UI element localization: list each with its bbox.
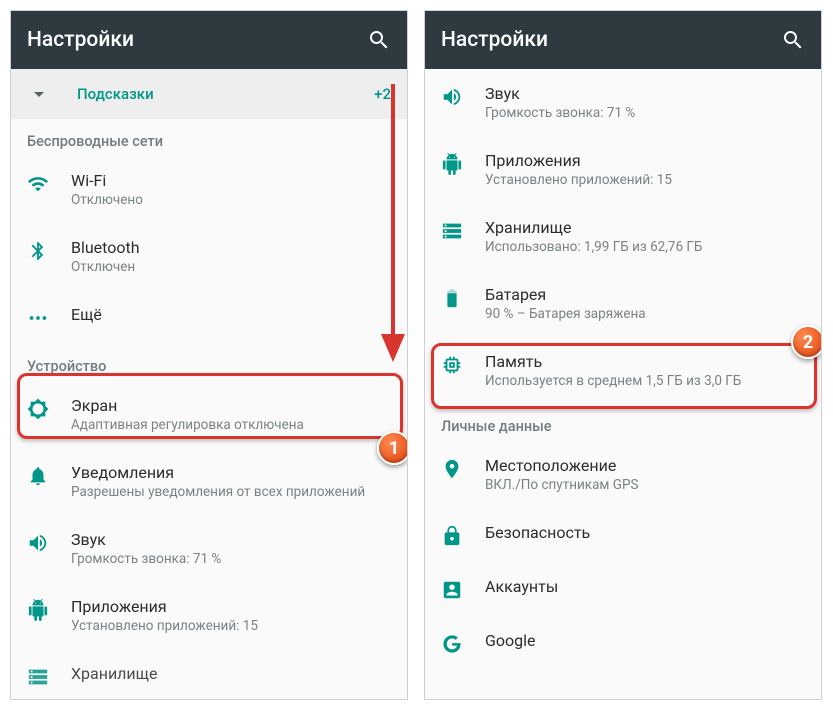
memory-icon <box>441 352 485 376</box>
item-apps[interactable]: Приложения Установлено приложений: 15 <box>11 582 407 649</box>
item-title: Звук <box>71 530 391 549</box>
item-display[interactable]: Экран Адаптивная регулировка отключена <box>11 381 407 448</box>
storage-icon <box>441 218 485 242</box>
item-sub: Отключен <box>71 259 391 275</box>
item-storage[interactable]: Хранилище Использовано: 1,99 ГБ из 62,76… <box>425 203 821 270</box>
item-title: Экран <box>71 396 391 415</box>
item-sub: Громкость звонка: 71 % <box>71 551 391 567</box>
battery-icon <box>441 285 485 309</box>
item-google[interactable]: Google <box>425 616 821 670</box>
item-title: Google <box>485 631 805 650</box>
item-title: Уведомления <box>71 463 391 482</box>
appbar-title: Настройки <box>441 28 548 52</box>
android-icon <box>441 151 485 175</box>
item-sub: Отключено <box>71 192 391 208</box>
item-memory[interactable]: Память Используется в среднем 1,5 ГБ из … <box>425 337 821 404</box>
item-sound[interactable]: Звук Громкость звонка: 71 % <box>11 515 407 582</box>
section-personal: Личные данные <box>425 404 821 441</box>
hints-count: +2 <box>374 85 391 103</box>
item-title: Wi-Fi <box>71 171 391 190</box>
settings-pane-left: Настройки Подсказки +2 Беспроводные сети… <box>10 10 408 700</box>
google-icon <box>441 631 485 655</box>
dots-icon <box>27 305 71 329</box>
item-sub: Установлено приложений: 15 <box>71 618 391 634</box>
search-icon[interactable] <box>781 28 805 52</box>
item-sub: Использовано: 1,99 ГБ из 62,76 ГБ <box>485 239 805 255</box>
item-title: Ещё <box>71 305 391 324</box>
item-title: Bluetooth <box>71 238 391 257</box>
item-title: Батарея <box>485 285 805 304</box>
item-sub: Разрешены уведомления от всех приложений <box>71 484 391 500</box>
location-icon <box>441 456 485 480</box>
account-icon <box>441 577 485 601</box>
volume-icon <box>27 530 71 554</box>
section-device: Устройство <box>11 344 407 381</box>
item-sub: Установлено приложений: 15 <box>485 172 805 188</box>
brightness-icon <box>27 396 71 420</box>
wifi-icon <box>27 171 71 195</box>
item-title: Приложения <box>485 151 805 170</box>
item-title: Хранилище <box>71 664 391 683</box>
item-sound[interactable]: Звук Громкость звонка: 71 % <box>425 69 821 136</box>
item-apps[interactable]: Приложения Установлено приложений: 15 <box>425 136 821 203</box>
item-sub: 90 % – Батарея заряжена <box>485 306 805 322</box>
item-storage-partial[interactable]: Хранилище <box>11 649 407 700</box>
item-more[interactable]: Ещё <box>11 290 407 344</box>
item-title: Хранилище <box>485 218 805 237</box>
item-title: Безопасность <box>485 523 805 542</box>
settings-pane-right: Настройки Звук Громкость звонка: 71 % Пр… <box>424 10 822 700</box>
item-sub: ВКЛ./По спутникам GPS <box>485 477 805 493</box>
hints-row[interactable]: Подсказки +2 <box>11 69 407 119</box>
item-bluetooth[interactable]: Bluetooth Отключен <box>11 223 407 290</box>
appbar: Настройки <box>425 11 821 69</box>
lock-icon <box>441 523 485 547</box>
item-title: Приложения <box>71 597 391 616</box>
item-accounts[interactable]: Аккаунты <box>425 562 821 616</box>
item-title: Местоположение <box>485 456 805 475</box>
item-sub: Используется в среднем 1,5 ГБ из 3,0 ГБ <box>485 373 805 389</box>
item-sub: Громкость звонка: 71 % <box>485 105 805 121</box>
item-location[interactable]: Местоположение ВКЛ./По спутникам GPS <box>425 441 821 508</box>
item-title: Память <box>485 352 805 371</box>
search-icon[interactable] <box>367 28 391 52</box>
chevron-down-icon <box>27 82 51 106</box>
item-title: Аккаунты <box>485 577 805 596</box>
item-battery[interactable]: Батарея 90 % – Батарея заряжена <box>425 270 821 337</box>
item-security[interactable]: Безопасность <box>425 508 821 562</box>
appbar-title: Настройки <box>27 28 134 52</box>
item-sub: Адаптивная регулировка отключена <box>71 417 391 433</box>
appbar: Настройки <box>11 11 407 69</box>
item-wifi[interactable]: Wi-Fi Отключено <box>11 156 407 223</box>
volume-icon <box>441 84 485 108</box>
bluetooth-icon <box>27 238 71 262</box>
android-icon <box>27 597 71 621</box>
storage-icon <box>27 664 71 688</box>
item-title: Звук <box>485 84 805 103</box>
item-notifications[interactable]: Уведомления Разрешены уведомления от все… <box>11 448 407 515</box>
hints-label: Подсказки <box>77 85 374 103</box>
bell-icon <box>27 463 71 487</box>
section-wireless: Беспроводные сети <box>11 119 407 156</box>
